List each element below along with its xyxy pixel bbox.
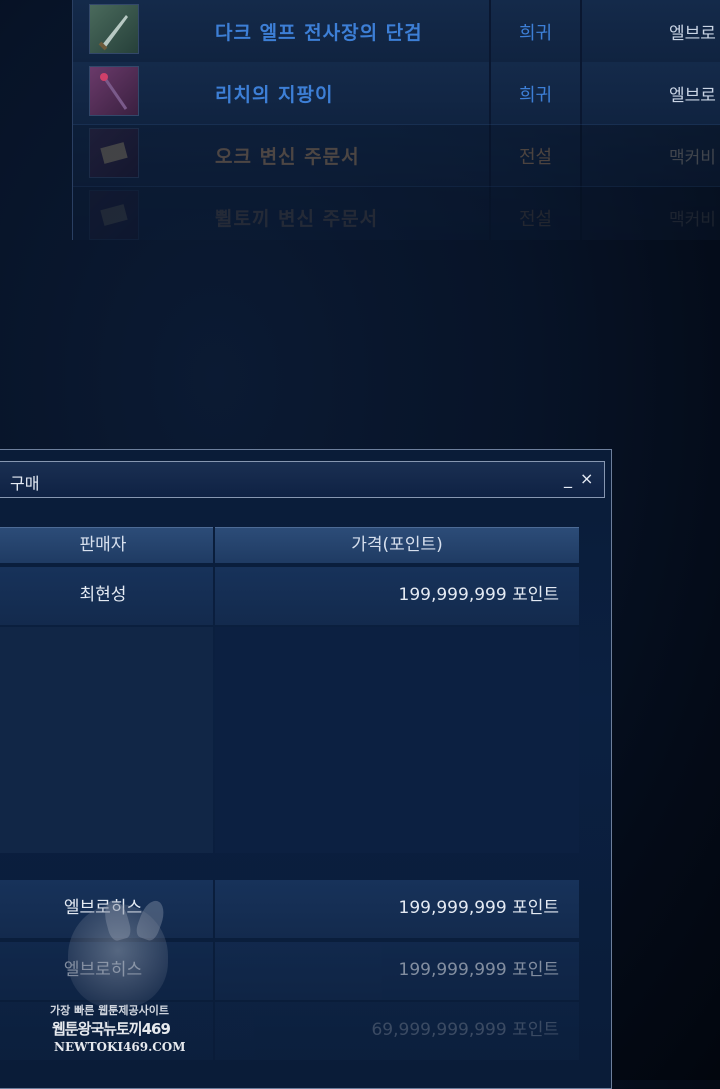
item-grade: 희귀 [518,23,553,44]
item-name: 쀨토끼 변신 주문서 [215,208,379,230]
item-list-panel: 다크 엘프 전사장의 단검 희귀 엘브로 리치의 지팡이 희귀 엘브로 오크 변… [72,0,720,240]
watermark-line2: 웹툰왕국뉴토끼469 [52,1020,171,1038]
item-seller: 맥커비 [669,148,716,168]
price-detail-area [215,627,579,853]
item-seller: 맥커비 [669,210,716,230]
item-name: 다크 엘프 전사장의 단검 [215,22,423,44]
item-grade: 전설 [518,209,553,230]
close-button[interactable]: × [580,469,593,488]
rabbit-mascot-icon [68,904,168,1008]
listing-price-cell[interactable]: 199,999,999 포인트 [215,942,579,1000]
window-title: 구매 [10,474,40,493]
item-grade: 희귀 [518,85,553,106]
item-row[interactable]: 쀨토끼 변신 주문서 전설 맥커비 [73,186,720,240]
item-row[interactable]: 다크 엘프 전사장의 단검 희귀 엘브로 [73,0,720,63]
item-seller: 엘브로 [669,24,716,44]
item-seller: 엘브로 [669,86,716,106]
watermark-line3: NEWTOKI469.COM [54,1040,186,1054]
dagger-icon [89,4,139,54]
seller-detail-area [0,627,213,853]
staff-icon [89,66,139,116]
item-row[interactable]: 리치의 지팡이 희귀 엘브로 [73,62,720,125]
site-watermark: 가장 빠른 웹툰제공사이트 웹툰왕국뉴토끼469 NEWTOKI469.COM [48,897,188,1064]
item-name: 리치의 지팡이 [215,84,334,106]
selected-price-cell[interactable]: 199,999,999 포인트 [215,567,579,625]
scroll-icon [89,128,139,178]
title-bar[interactable]: 구매 _ × [0,461,605,498]
price-column-header[interactable]: 가격(포인트) [215,527,579,563]
item-row[interactable]: 오크 변신 주문서 전설 맥커비 [73,124,720,187]
listing-price-cell[interactable]: 69,999,999,999 포인트 [215,1002,579,1060]
item-grade: 전설 [518,147,553,168]
minimize-button[interactable]: _ [564,469,572,488]
scroll-icon [89,190,139,240]
seller-column-header[interactable]: 판매자 [0,527,213,563]
selected-seller-cell[interactable]: 최현성 [0,567,213,625]
watermark-line1: 가장 빠른 웹툰제공사이트 [50,1004,169,1017]
item-name: 오크 변신 주문서 [215,146,360,168]
listing-price-cell[interactable]: 199,999,999 포인트 [215,880,579,938]
